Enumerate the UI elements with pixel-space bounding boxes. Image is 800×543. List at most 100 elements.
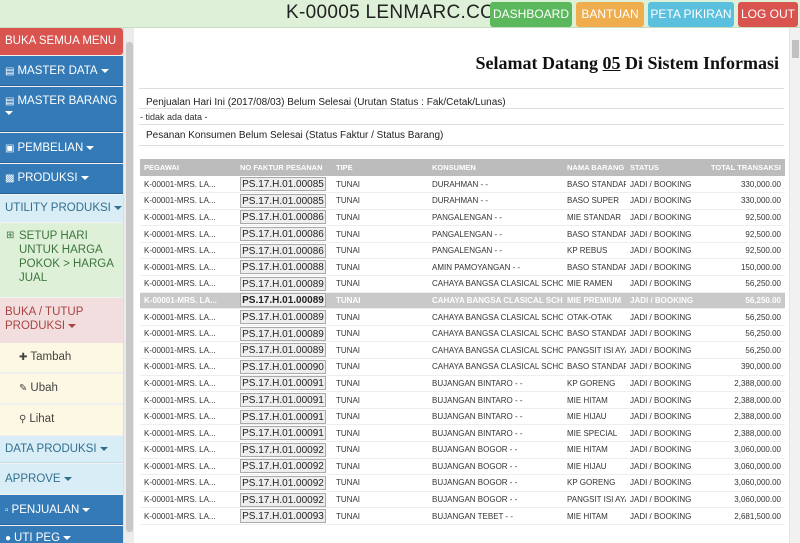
sidebar-item-ubah[interactable]: ✎ Ubah <box>0 374 123 404</box>
sidebar-item-label: DATA PRODUKSI <box>5 443 97 455</box>
logout-button[interactable]: LOG OUT <box>738 2 798 27</box>
invoice-number-button[interactable]: PS.17.H.01.00089 <box>240 310 326 325</box>
main-scrollbar[interactable] <box>789 28 800 543</box>
sidebar-item-buka-tutup-produksi[interactable]: BUKA / TUTUP PRODUKSI <box>0 298 123 343</box>
table-row[interactable]: K-00001-MRS. LA... PS.17.H.01.00091 TUNAI B… <box>140 375 785 393</box>
cell-pegawai: K-00001-MRS. LA... <box>140 391 236 409</box>
sidebar-item-produksi[interactable]: ▩ PRODUKSI <box>0 164 123 194</box>
invoice-number-button[interactable]: PS.17.H.01.00086 <box>240 243 326 258</box>
table-row[interactable]: K-00001-MRS. LA... PS.17.H.01.00093 TUNAI B… <box>140 507 785 525</box>
cell-status: JADI / BOOKING <box>626 292 699 310</box>
sidebar-item-utility-produksi[interactable]: UTILITY PRODUKSI <box>0 195 123 222</box>
table-row[interactable]: K-00001-MRS. LA... PS.17.H.01.00089 TUNAI C… <box>140 325 785 343</box>
table-row[interactable]: K-00001-MRS. LA... PS.17.H.01.00092 TUNAI B… <box>140 458 785 476</box>
cell-konsumen: PANGALENGAN - - <box>428 209 563 227</box>
sidebar-scrollbar[interactable] <box>123 28 134 543</box>
table-row[interactable]: K-00001-MRS. LA... PS.17.H.01.00091 TUNAI B… <box>140 424 785 442</box>
table-row[interactable]: K-00001-MRS. LA... PS.17.H.01.00089 TUNAI C… <box>140 275 785 293</box>
invoice-number-button[interactable]: PS.17.H.01.00091 <box>240 409 326 424</box>
cell-konsumen: BUJANGAN BOGOR - - <box>428 491 563 509</box>
column-header-tipe[interactable]: TIPE <box>332 159 428 176</box>
cell-konsumen: CAHAYA BANGSA CLASICAL SCHOOL - - <box>428 325 563 343</box>
sidebar-item-penjualan[interactable]: ▫ PENJUALAN <box>0 495 123 525</box>
column-header-status[interactable]: STATUS <box>626 159 699 176</box>
table-row[interactable]: K-00001-MRS. LA... PS.17.H.01.00091 TUNAI B… <box>140 408 785 426</box>
invoice-number-button[interactable]: PS.17.H.01.00089 <box>240 326 326 341</box>
sidebar-item-master-data[interactable]: ▤ MASTER DATA <box>0 56 123 86</box>
cell-pegawai: K-00001-MRS. LA... <box>140 308 236 326</box>
column-header-konsumen[interactable]: KONSUMEN <box>428 159 563 176</box>
column-header-no-faktur[interactable]: NO FAKTUR PESANAN <box>236 159 332 176</box>
sidebar-item-label: SETUP HARI UNTUK HARGA POKOK > HARGA JUA… <box>19 230 114 284</box>
cell-total: 150,000.00 <box>699 258 785 277</box>
sidebar-item-uti-peg[interactable]: ● UTI PEG <box>0 526 123 543</box>
cell-tipe: TUNAI <box>332 491 428 509</box>
cell-konsumen: BUJANGAN BOGOR - - <box>428 441 563 459</box>
cell-faktur: PS.17.H.01.00089 <box>236 341 332 360</box>
caret-down-icon <box>5 110 13 115</box>
invoice-number-button[interactable]: PS.17.H.01.00086 <box>240 210 326 225</box>
help-button[interactable]: BANTUAN <box>576 2 644 27</box>
invoice-number-button[interactable]: PS.17.H.01.00092 <box>240 459 326 474</box>
sidebar-item-lihat[interactable]: ⚲ Lihat <box>0 405 123 435</box>
invoice-number-button[interactable]: PS.17.H.01.00092 <box>240 442 326 457</box>
database-icon: ▤ <box>5 66 15 77</box>
cell-tipe: TUNAI <box>332 325 428 343</box>
invoice-number-button[interactable]: PS.17.H.01.00091 <box>240 426 326 441</box>
mind-map-button[interactable]: PETA PIKIRAN <box>648 2 734 27</box>
table-row[interactable]: K-00001-MRS. LA... PS.17.H.01.00086 TUNAI P… <box>140 225 785 243</box>
invoice-number-button[interactable]: PS.17.H.01.00088 <box>240 260 326 275</box>
sidebar-item-label: Tambah <box>30 351 72 363</box>
invoice-number-button[interactable]: PS.17.H.01.00092 <box>240 475 326 490</box>
invoice-number-button[interactable]: PS.17.H.01.00090 <box>240 359 326 374</box>
sidebar-item-setup-hari[interactable]: ⊞ SETUP HARI UNTUK HARGA POKOK > HARGA JU… <box>0 223 123 297</box>
invoice-number-button[interactable]: PS.17.H.01.00091 <box>240 376 326 391</box>
invoice-number-button[interactable]: PS.17.H.01.00086 <box>240 227 326 242</box>
sidebar-item-approve[interactable]: APPROVE <box>0 464 123 494</box>
invoice-number-button[interactable]: PS.17.H.01.00089 <box>240 276 326 291</box>
cell-tipe: TUNAI <box>332 507 428 525</box>
sidebar-item-tambah[interactable]: ✚ Tambah <box>0 343 123 373</box>
table-row[interactable]: K-00001-MRS. LA... PS.17.H.01.00089 TUNAI C… <box>140 341 785 360</box>
cell-konsumen: BUJANGAN BINTARO - - <box>428 391 563 409</box>
column-header-total[interactable]: TOTAL TRANSAKSI <box>699 159 785 176</box>
column-header-pegawai[interactable]: PEGAWAI <box>140 159 236 176</box>
sidebar-item-pembelian[interactable]: ▣ PEMBELIAN <box>0 133 123 163</box>
table-row[interactable]: K-00001-MRS. LA... PS.17.H.01.00089 TUNAI C… <box>140 292 785 310</box>
sidebar-item-master-barang[interactable]: ▤ MASTER BARANG <box>0 87 123 132</box>
column-header-nama-barang[interactable]: NAMA BARANG <box>563 159 626 176</box>
table-row[interactable]: K-00001-MRS. LA... PS.17.H.01.00086 TUNAI P… <box>140 242 785 260</box>
cell-status: JADI / BOOKING <box>626 441 699 459</box>
table-row[interactable]: K-00001-MRS. LA... PS.17.H.01.00085 TUNAI D… <box>140 192 785 210</box>
open-all-menu-button[interactable]: BUKA SEMUA MENU <box>0 28 123 55</box>
cell-status: JADI / BOOKING <box>626 491 699 509</box>
table-row[interactable]: K-00001-MRS. LA... PS.17.H.01.00092 TUNAI B… <box>140 441 785 459</box>
table-row[interactable]: K-00001-MRS. LA... PS.17.H.01.00089 TUNAI C… <box>140 308 785 326</box>
invoice-number-button[interactable]: PS.17.H.01.00093 <box>240 509 326 524</box>
invoice-number-button[interactable]: PS.17.H.01.00091 <box>240 393 326 408</box>
invoice-number-button[interactable]: PS.17.H.01.00089 <box>240 293 326 308</box>
invoice-number-button[interactable]: PS.17.H.01.00089 <box>240 343 326 358</box>
cell-total: 56,250.00 <box>699 292 785 310</box>
table-row[interactable]: K-00001-MRS. LA... PS.17.H.01.00088 TUNAI A… <box>140 258 785 277</box>
main-scrollbar-thumb[interactable] <box>792 40 799 58</box>
table-row[interactable]: K-00001-MRS. LA... PS.17.H.01.00085 TUNAI D… <box>140 176 785 194</box>
table-row[interactable]: K-00001-MRS. LA... PS.17.H.01.00086 TUNAI P… <box>140 209 785 227</box>
cell-tipe: TUNAI <box>332 375 428 393</box>
invoice-number-button[interactable]: PS.17.H.01.00085 <box>240 193 326 208</box>
cell-konsumen: CAHAYA BANGSA CLASICAL SCHOOL - - <box>428 308 563 326</box>
invoice-number-button[interactable]: PS.17.H.01.00085 <box>240 177 326 192</box>
cell-status: JADI / BOOKING <box>626 192 699 210</box>
caret-down-icon <box>63 535 72 540</box>
invoice-number-button[interactable]: PS.17.H.01.00092 <box>240 492 326 507</box>
dashboard-button[interactable]: DASHBOARD <box>490 2 572 27</box>
table-row[interactable]: K-00001-MRS. LA... PS.17.H.01.00091 TUNAI B… <box>140 391 785 409</box>
cell-konsumen: AMIN PAMOYANGAN - - <box>428 258 563 277</box>
sidebar-scrollbar-thumb[interactable] <box>126 42 133 532</box>
table-row[interactable]: K-00001-MRS. LA... PS.17.H.01.00092 TUNAI B… <box>140 474 785 492</box>
cell-konsumen: CAHAYA BANGSA CLASICAL SCHOOL - - <box>428 341 563 360</box>
sidebar-item-data-produksi[interactable]: DATA PRODUKSI <box>0 436 123 463</box>
table-row[interactable]: K-00001-MRS. LA... PS.17.H.01.00092 TUNAI B… <box>140 491 785 509</box>
table-row[interactable]: K-00001-MRS. LA... PS.17.H.01.00090 TUNAI C… <box>140 358 785 376</box>
cell-total: 92,500.00 <box>699 242 785 260</box>
